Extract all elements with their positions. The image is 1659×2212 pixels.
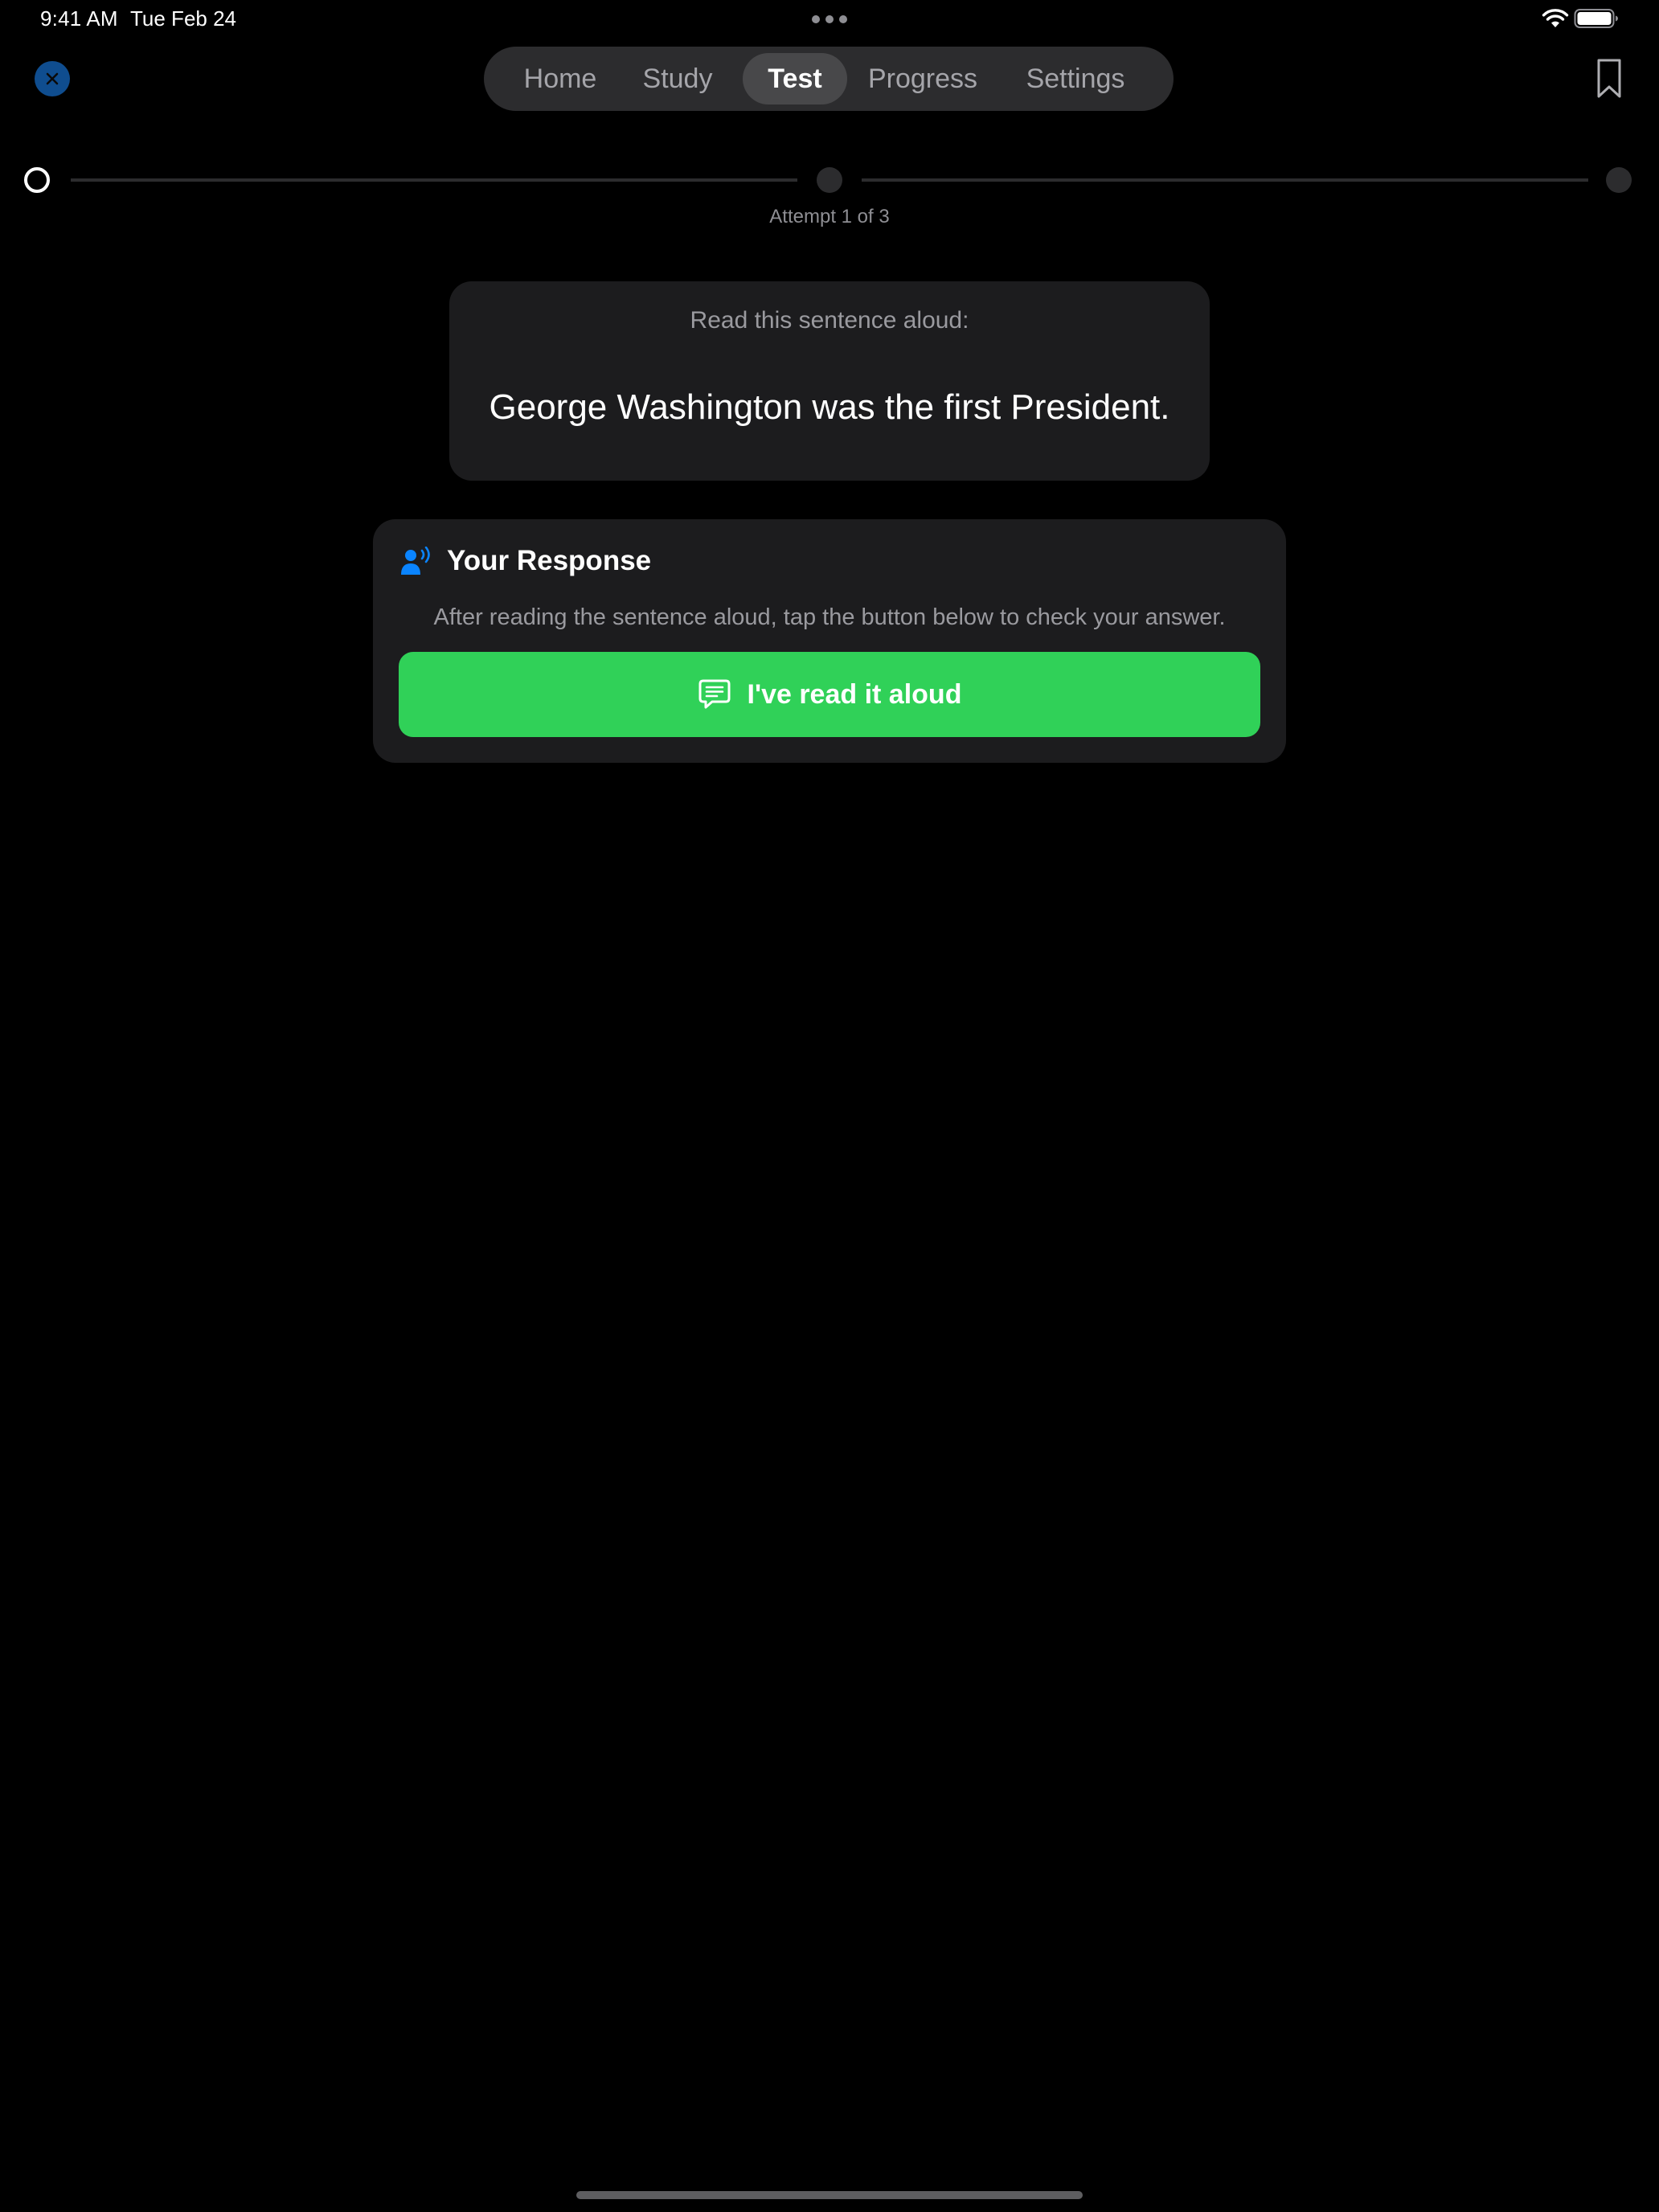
response-title: Your Response [447,545,652,576]
battery-icon [1574,9,1618,28]
main-tab-bar: Home Study Test Progress Settings [484,47,1174,111]
multitasking-dots-icon[interactable] [812,15,847,23]
tab-settings[interactable]: Settings [995,53,1156,104]
person-speaking-icon [401,547,430,575]
tab-home[interactable]: Home [503,53,617,104]
chat-bubble-icon [698,679,731,709]
prompt-card: Read this sentence aloud: George Washing… [449,281,1210,481]
progress-step-current [24,167,50,193]
tab-test[interactable]: Test [743,53,847,104]
prompt-sentence: George Washington was the first Presiden… [489,387,1170,427]
progress-step-pending [817,167,842,193]
home-indicator[interactable] [576,2191,1083,2199]
bookmark-icon[interactable] [1593,58,1625,100]
tab-study[interactable]: Study [617,53,738,104]
progress-step-pending [1606,167,1632,193]
response-help-text: After reading the sentence aloud, tap th… [433,604,1226,630]
status-date: Tue Feb 24 [130,6,237,31]
prompt-instruction: Read this sentence aloud: [690,307,969,334]
close-button[interactable] [35,61,70,96]
progress-track-segment [862,178,1588,182]
read-aloud-label: I've read it aloud [747,678,962,710]
read-aloud-button[interactable]: I've read it aloud [399,652,1260,737]
attempt-label: Attempt 1 of 3 [769,206,890,227]
progress-track-segment [71,178,797,182]
response-card: Your Response After reading the sentence… [373,519,1286,763]
wifi-icon [1542,9,1569,27]
close-icon [46,72,59,85]
tab-progress[interactable]: Progress [850,53,995,104]
status-time: 9:41 AM [40,6,118,31]
